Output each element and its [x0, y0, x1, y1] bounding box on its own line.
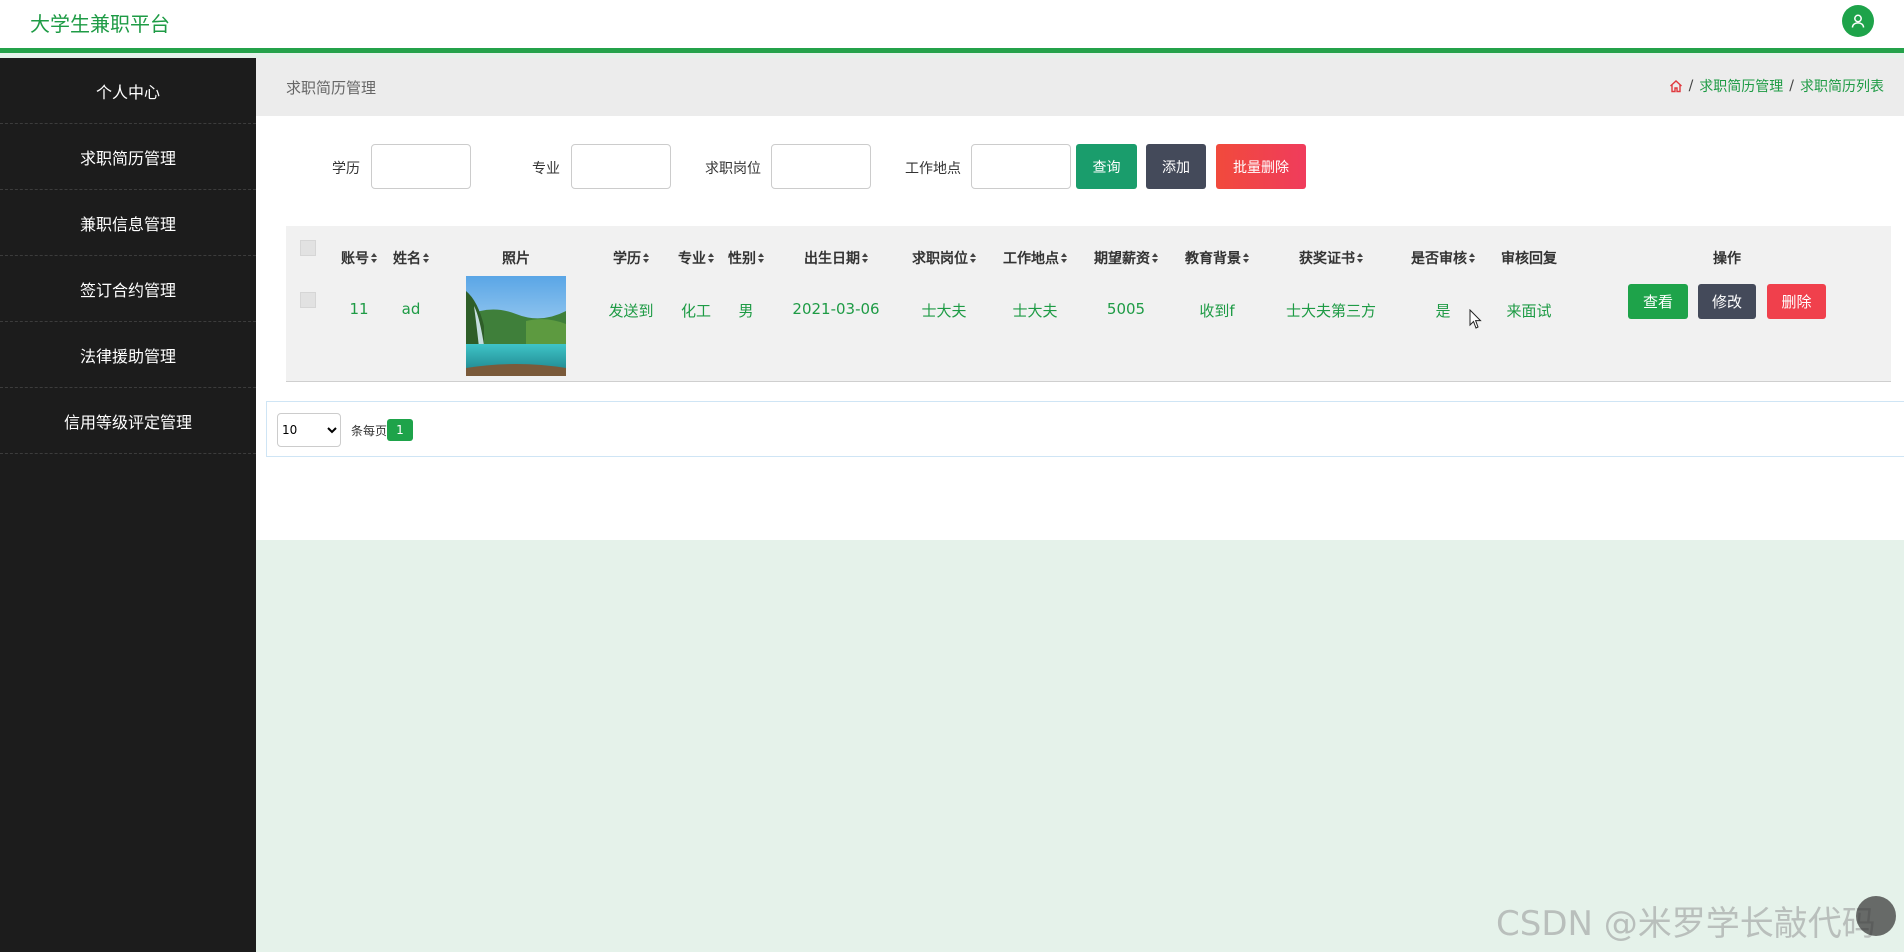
breadcrumb-separator: /: [1688, 78, 1694, 94]
cell-audited: 是: [1435, 302, 1451, 320]
sidebar-item-label: 签订合约管理: [79, 280, 176, 300]
breadcrumb: / 求职简历管理 / 求职简历列表: [1669, 76, 1884, 96]
sort-icon: [371, 253, 377, 263]
education-input[interactable]: [371, 144, 471, 189]
sort-icon: [1357, 253, 1363, 263]
main-content: 求职简历管理 / 求职简历管理 / 求职简历列表 学历 专业 求职岗位 工作地点…: [256, 58, 1904, 952]
view-button[interactable]: 查看: [1628, 284, 1688, 319]
user-avatar[interactable]: [1842, 5, 1874, 37]
page-size-select[interactable]: 10: [277, 413, 341, 447]
breadcrumb-current: 求职简历列表: [1800, 79, 1884, 95]
pagination: 10 条每页 1: [266, 401, 1904, 457]
sidebar-item-label: 信用等级评定管理: [63, 412, 192, 432]
column-header-audited[interactable]: 是否审核: [1411, 248, 1475, 268]
breadcrumb-link-resume[interactable]: 求职简历管理: [1699, 76, 1783, 96]
resume-table: 账号 姓名 照片 学历 专业 性别 出生日期 求职岗位 工作地点 期望薪资 教育…: [286, 226, 1891, 382]
sidebar-item-label: 个人中心: [95, 82, 160, 102]
position-label: 求职岗位: [705, 161, 761, 177]
sidebar-item-label: 法律援助管理: [79, 346, 176, 366]
sidebar-item-legal-aid[interactable]: 法律援助管理: [0, 322, 256, 388]
sort-icon: [1061, 253, 1067, 263]
breadcrumb-separator: /: [1789, 78, 1794, 94]
cell-cert: 士大夫第三方: [1285, 302, 1377, 320]
home-icon[interactable]: [1669, 79, 1683, 93]
column-header-education[interactable]: 学历: [613, 248, 649, 268]
page-title: 求职简历管理: [286, 79, 377, 97]
sort-icon: [1243, 253, 1249, 263]
sidebar-item-label: 求职简历管理: [79, 148, 176, 168]
cell-birth: 2021-03-06: [792, 300, 880, 318]
column-header-actions: 操作: [1713, 251, 1741, 267]
per-page-label: 条每页: [351, 424, 388, 438]
sort-icon: [970, 253, 976, 263]
education-label: 学历: [332, 161, 360, 177]
column-header-position[interactable]: 求职岗位: [912, 248, 976, 268]
major-label: 专业: [532, 161, 560, 177]
major-input[interactable]: [571, 144, 671, 189]
column-header-gender[interactable]: 性别: [728, 248, 764, 268]
page-button-current[interactable]: 1: [387, 419, 413, 441]
sort-icon: [1152, 253, 1158, 263]
sidebar-item-personal-center[interactable]: 个人中心: [0, 58, 256, 124]
sidebar-item-parttime[interactable]: 兼职信息管理: [0, 190, 256, 256]
cell-position: 士大夫: [921, 302, 967, 320]
sidebar-item-credit[interactable]: 信用等级评定管理: [0, 388, 256, 454]
sort-icon: [758, 253, 764, 263]
column-header-major[interactable]: 专业: [678, 248, 714, 268]
column-header-reply: 审核回复: [1501, 251, 1557, 267]
edit-button[interactable]: 修改: [1698, 284, 1756, 319]
sort-icon: [1469, 253, 1475, 263]
position-input[interactable]: [771, 144, 871, 189]
sidebar: 个人中心 求职简历管理 兼职信息管理 签订合约管理 法律援助管理 信用等级评定管…: [0, 58, 256, 952]
sidebar-item-label: 兼职信息管理: [79, 214, 176, 234]
top-bar: 大学生兼职平台: [0, 0, 1904, 53]
select-all-checkbox[interactable]: [300, 240, 316, 256]
column-header-birth[interactable]: 出生日期: [804, 248, 868, 268]
sort-icon: [708, 253, 714, 263]
row-checkbox[interactable]: [300, 292, 316, 308]
cell-account: 11: [349, 300, 369, 318]
cell-reply: 来面试: [1506, 302, 1552, 320]
column-header-edu-bg[interactable]: 教育背景: [1185, 248, 1249, 268]
add-button[interactable]: 添加: [1146, 144, 1206, 189]
sidebar-item-resume[interactable]: 求职简历管理: [0, 124, 256, 190]
batch-delete-button[interactable]: 批量删除: [1216, 144, 1306, 189]
app-title: 大学生兼职平台: [30, 12, 170, 36]
cell-education: 发送到: [608, 302, 654, 320]
resume-photo: [466, 276, 566, 376]
column-header-cert[interactable]: 获奖证书: [1299, 248, 1363, 268]
column-header-salary[interactable]: 期望薪资: [1094, 248, 1158, 268]
cell-name: ad: [401, 300, 421, 318]
cell-edu-bg: 收到f: [1199, 302, 1235, 320]
sort-icon: [643, 253, 649, 263]
sort-icon: [423, 253, 429, 263]
sidebar-item-contract[interactable]: 签订合约管理: [0, 256, 256, 322]
watermark: CSDN @米罗学长敲代码: [1496, 904, 1876, 944]
column-header-account[interactable]: 账号: [341, 248, 377, 268]
cell-salary: 5005: [1106, 300, 1146, 318]
query-button[interactable]: 查询: [1076, 144, 1137, 189]
column-header-photo: 照片: [502, 251, 530, 267]
sort-icon: [862, 253, 868, 263]
search-form: 学历 专业 求职岗位 工作地点 查询 添加 批量删除: [256, 144, 1656, 190]
cell-location: 士大夫: [1012, 302, 1058, 320]
cell-major: 化工: [680, 302, 712, 320]
location-input[interactable]: [971, 144, 1071, 189]
location-label: 工作地点: [905, 161, 961, 177]
scroll-top-button[interactable]: [1856, 896, 1896, 936]
cell-gender: 男: [738, 302, 754, 320]
column-header-name[interactable]: 姓名: [393, 248, 429, 268]
user-icon: [1851, 14, 1865, 28]
mouse-cursor-icon: [1469, 309, 1482, 329]
breadcrumb-bar: 求职简历管理 / 求职简历管理 / 求职简历列表: [256, 58, 1904, 116]
column-header-location[interactable]: 工作地点: [1003, 248, 1067, 268]
delete-button[interactable]: 删除: [1767, 284, 1826, 319]
